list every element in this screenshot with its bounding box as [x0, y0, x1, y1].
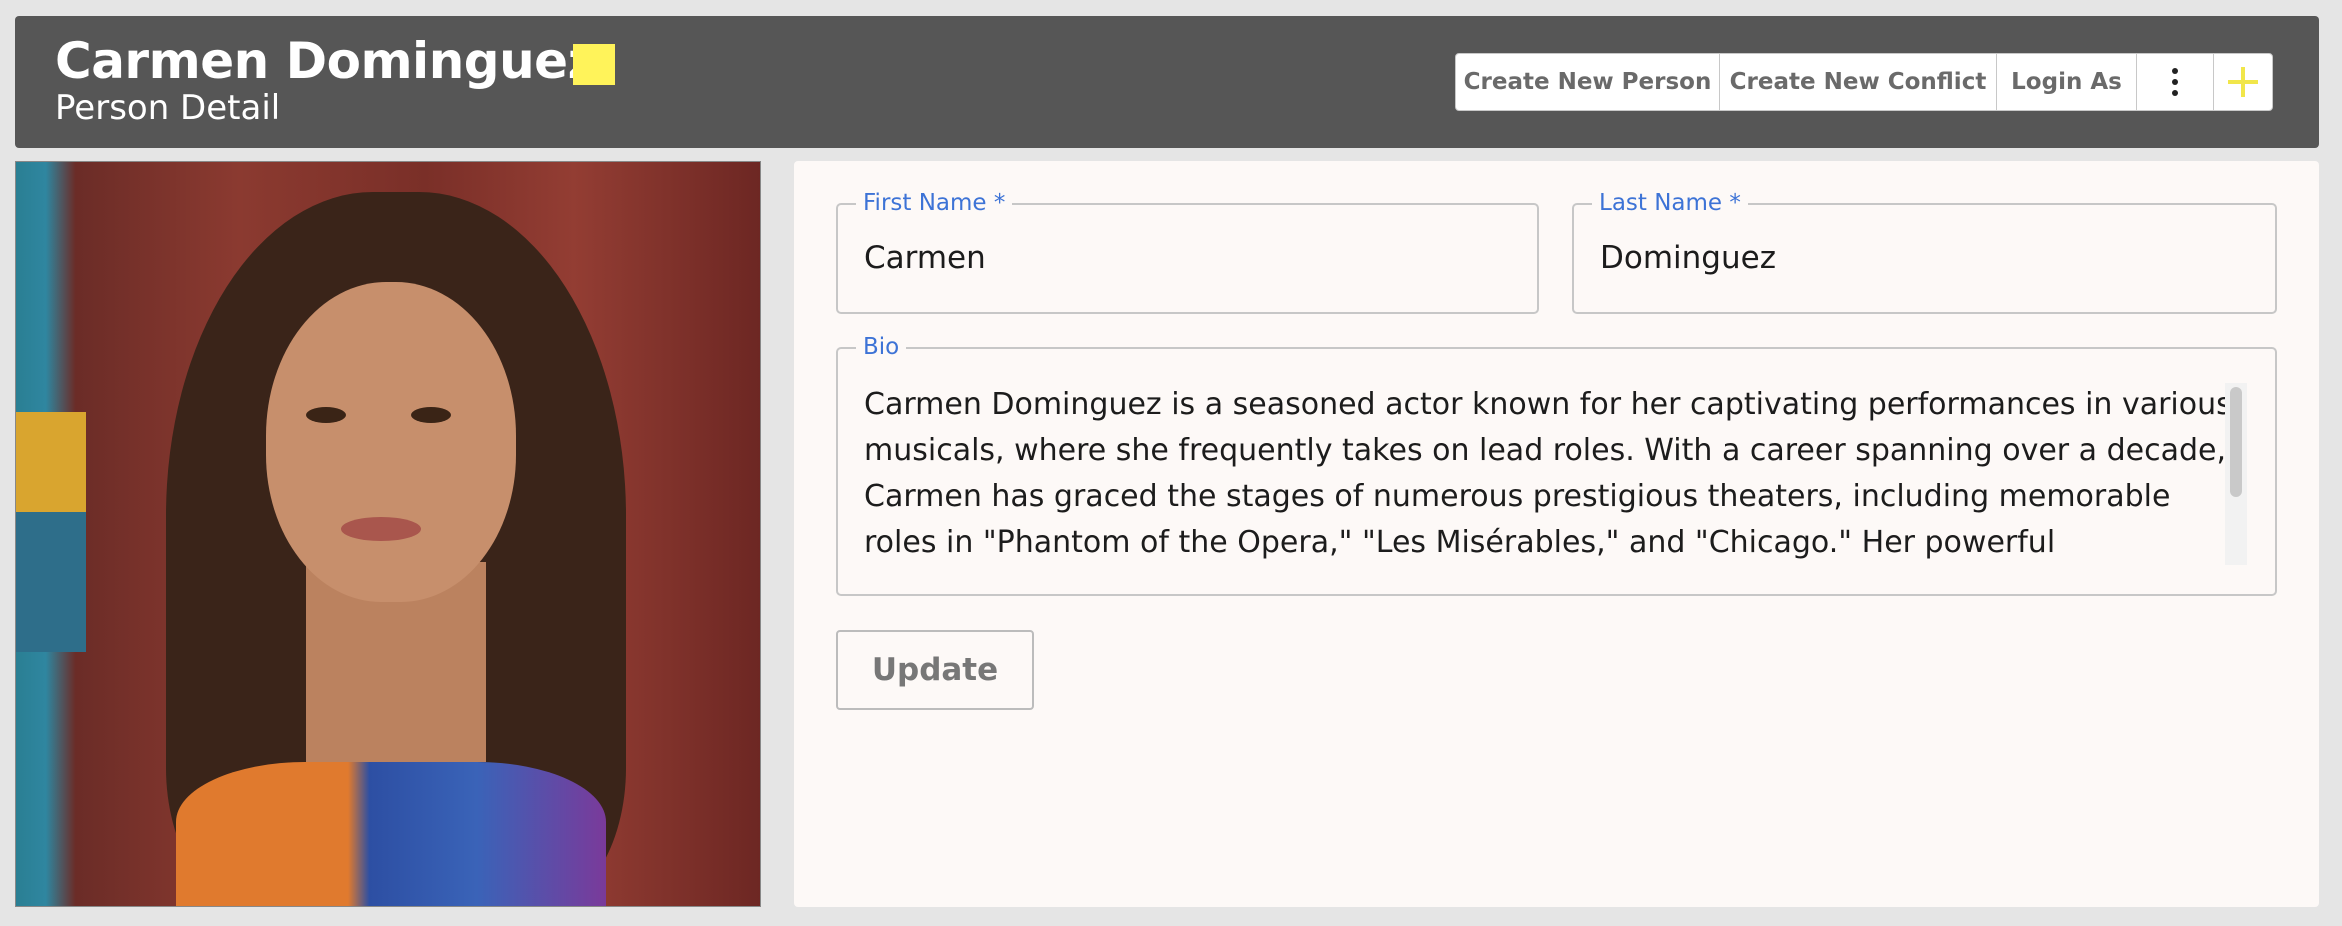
last-name-input[interactable]: Dominguez: [1600, 238, 1776, 278]
header-action-group: Create New Person Create New Conflict Lo…: [1455, 53, 2273, 111]
page-title: Carmen Dominguez: [55, 32, 597, 90]
create-new-conflict-button[interactable]: Create New Conflict: [1720, 54, 1997, 110]
last-name-label: Last Name *: [1592, 190, 1748, 216]
first-name-label: First Name *: [856, 190, 1013, 216]
last-name-field[interactable]: Last Name * Dominguez: [1572, 190, 2277, 314]
more-options-button[interactable]: [2137, 54, 2214, 110]
more-vertical-icon: [2172, 68, 2178, 96]
add-button[interactable]: [2214, 54, 2272, 110]
bio-textarea[interactable]: Carmen Dominguez is a seasoned actor kno…: [864, 382, 2234, 566]
first-name-field[interactable]: First Name * Carmen: [836, 190, 1539, 314]
page-subtitle: Person Detail: [55, 88, 281, 128]
person-detail-form: First Name * Carmen Last Name * Domingue…: [794, 161, 2319, 907]
bio-label: Bio: [856, 334, 907, 360]
person-photo: [15, 161, 761, 907]
login-as-button[interactable]: Login As: [1997, 54, 2137, 110]
bio-scrollbar-thumb[interactable]: [2230, 387, 2242, 497]
create-new-person-button[interactable]: Create New Person: [1456, 54, 1720, 110]
update-button[interactable]: Update: [836, 630, 1034, 710]
first-name-input[interactable]: Carmen: [864, 238, 986, 278]
bio-field[interactable]: Bio Carmen Dominguez is a seasoned actor…: [836, 334, 2277, 596]
color-badge: [573, 44, 615, 85]
page-header: Carmen Dominguez Person Detail Create Ne…: [15, 16, 2319, 148]
bio-scrollbar[interactable]: [2225, 383, 2247, 565]
plus-icon: [2228, 67, 2258, 97]
